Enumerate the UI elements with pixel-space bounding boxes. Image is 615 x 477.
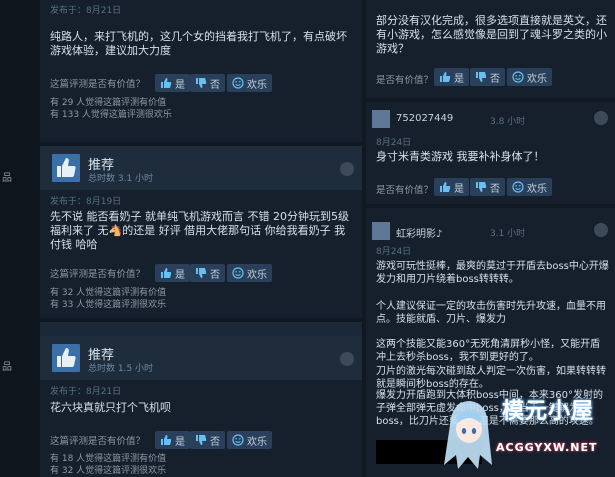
mascot-icon [444, 401, 492, 469]
review-date: 发布于：8月19日 [50, 197, 122, 207]
vote-funny-label: 欢乐 [247, 436, 267, 448]
vote-yes-label: 是 [454, 183, 464, 195]
vote-funny-button[interactable]: 欢乐 [507, 68, 552, 86]
strip-label: 品 [2, 173, 12, 184]
review-header: 推荐 总时数 3.1 小时 [40, 146, 362, 190]
vote-yes-button[interactable]: 是 [434, 178, 469, 196]
review-card: 752027449 3.8 小时 8月24日 身寸米青类游戏 我要补补身体了！ … [366, 102, 615, 204]
review-date: 发布于：8月21日 [50, 6, 122, 16]
review-text: 纯路人，来打飞机的，这几个女的挡着我打飞机了，有点破坏游戏体验，建议加大力度 [50, 30, 347, 57]
vote-yes-label: 是 [175, 79, 185, 91]
thumb-down-icon [476, 72, 487, 82]
vote-no-label: 否 [210, 269, 220, 281]
smiley-icon [232, 434, 244, 446]
smiley-icon [512, 181, 524, 193]
vote-no-label: 否 [490, 183, 500, 195]
smiley-icon [232, 267, 244, 279]
watermark-url: ACGGYXW.NET [496, 441, 598, 454]
playtime: 总时数 1.5 小时 [88, 364, 154, 374]
vote-yes-label: 是 [175, 436, 185, 448]
watermark: 模元小屋 ACGGYXW.NET [440, 385, 615, 477]
thumb-down-icon [196, 268, 207, 278]
strip-label: 品 [2, 362, 12, 373]
vote-no-label: 否 [210, 436, 220, 448]
review-text: 身寸米青类游戏 我要补补身体了！ [376, 150, 545, 163]
vote-no-button[interactable]: 否 [190, 264, 225, 282]
helpful-count: 有 29 人觉得这篇评测有价值 [50, 98, 167, 108]
funny-count: 有 32 人觉得这篇评测很欢乐 [50, 466, 167, 476]
thumb-up-icon [440, 72, 451, 82]
thumb-down-icon [196, 435, 207, 445]
vote-no-button[interactable]: 否 [470, 178, 505, 196]
watermark-title: 模元小屋 [502, 399, 595, 424]
vote-no-label: 否 [210, 79, 220, 91]
review-date: 8月24日 [376, 138, 412, 148]
vote-yes-button[interactable]: 是 [155, 264, 190, 282]
vote-funny-label: 欢乐 [527, 183, 547, 195]
review-card: 发布于：8月21日 纯路人，来打飞机的，这几个女的挡着我打飞机了，有点破坏游戏体… [40, 0, 362, 142]
review-text: 花六块真就只打个飞机呗 [50, 401, 171, 414]
review-text-p3: 这两个技能又能360°无死角清屏秒小怪，又能开盾冲上去秒杀boss，我不到更好的… [376, 339, 601, 363]
vote-no-label: 否 [490, 73, 500, 85]
helpful-count: 有 18 人觉得这篇评测有价值 [50, 454, 167, 464]
funny-count: 有 133 人觉得这篇评测很欢乐 [50, 110, 172, 120]
helpful-count: 有 32 人觉得这篇评测有价值 [50, 288, 167, 298]
vote-no-button[interactable]: 否 [470, 68, 505, 86]
reviewer-name[interactable]: 虹彩明影♪ [396, 225, 442, 240]
vote-yes-button[interactable]: 是 [155, 74, 190, 92]
recommended-thumb-icon [52, 154, 80, 182]
avatar[interactable] [372, 222, 390, 240]
review-text: 先不说 能否看奶子 就单纯飞机游戏而言 不错 20分钟玩到5级 福利来了 无🐴的… [50, 210, 349, 251]
vote-funny-button[interactable]: 欢乐 [227, 264, 272, 282]
review-card: 部分没有汉化完成，很多选项直接就是英文，还有小游戏，怎么感觉像是回到了魂斗罗之类… [366, 0, 615, 98]
vote-funny-button[interactable]: 欢乐 [507, 178, 552, 196]
vote-funny-label: 欢乐 [247, 79, 267, 91]
thumb-up-icon [161, 78, 172, 88]
steam-icon [340, 162, 354, 176]
steam-icon [594, 223, 608, 237]
thumb-up-icon [161, 435, 172, 445]
review-date: 8月24日 [376, 247, 412, 257]
thumb-down-icon [476, 182, 487, 192]
review-column-left: 发布于：8月21日 纯路人，来打飞机的，这几个女的挡着我打飞机了，有点破坏游戏体… [40, 0, 362, 477]
review-text-p2: 个人建议保证一定的攻击伤害时先升攻速，血量不用点。技能就盾、刀片、爆发力 [376, 301, 606, 325]
vote-funny-button[interactable]: 欢乐 [227, 74, 272, 92]
recommended-thumb-icon [52, 344, 80, 372]
playtime: 3.1 小时 [490, 229, 526, 239]
thumb-up-icon [440, 182, 451, 192]
review-header: 推荐 总时数 1.5 小时 [40, 336, 362, 380]
thumb-up-icon [161, 268, 172, 278]
review-text: 部分没有汉化完成，很多选项直接就是英文，还有小游戏，怎么感觉像是回到了魂斗罗之类… [376, 14, 607, 55]
avatar[interactable] [372, 110, 390, 128]
left-strip: 品 品 [0, 0, 40, 477]
smiley-icon [512, 71, 524, 83]
vote-funny-label: 欢乐 [247, 269, 267, 281]
vote-no-button[interactable]: 否 [190, 74, 225, 92]
steam-icon [594, 111, 608, 125]
playtime: 3.8 小时 [490, 117, 526, 127]
thumb-down-icon [196, 78, 207, 88]
vote-yes-button[interactable]: 是 [155, 431, 190, 449]
vote-yes-button[interactable]: 是 [434, 68, 469, 86]
reviewer-name[interactable]: 752027449 [396, 113, 453, 124]
vote-funny-button[interactable]: 欢乐 [227, 431, 272, 449]
steam-icon [340, 352, 354, 366]
playtime: 总时数 3.1 小时 [88, 174, 154, 184]
vote-yes-label: 是 [175, 269, 185, 281]
review-date: 发布于：8月21日 [50, 387, 122, 397]
vote-no-button[interactable]: 否 [190, 431, 225, 449]
vote-funny-label: 欢乐 [527, 73, 547, 85]
divider [40, 318, 362, 322]
review-card: 发布于：8月19日 先不说 能否看奶子 就单纯飞机游戏而言 不错 20分钟玩到5… [40, 190, 362, 318]
vote-yes-label: 是 [454, 73, 464, 85]
review-text-p1: 游戏可玩性挺棒，最爽的莫过于开盾去boss中心开爆发力和用刀片绕着boss转转转… [376, 261, 609, 285]
funny-count: 有 33 人觉得这篇评测很欢乐 [50, 300, 167, 310]
review-card: 发布于：8月21日 花六块真就只打个飞机呗 这篇评测是否有价值？ 是 否 欢乐 … [40, 380, 362, 477]
smiley-icon [232, 77, 244, 89]
